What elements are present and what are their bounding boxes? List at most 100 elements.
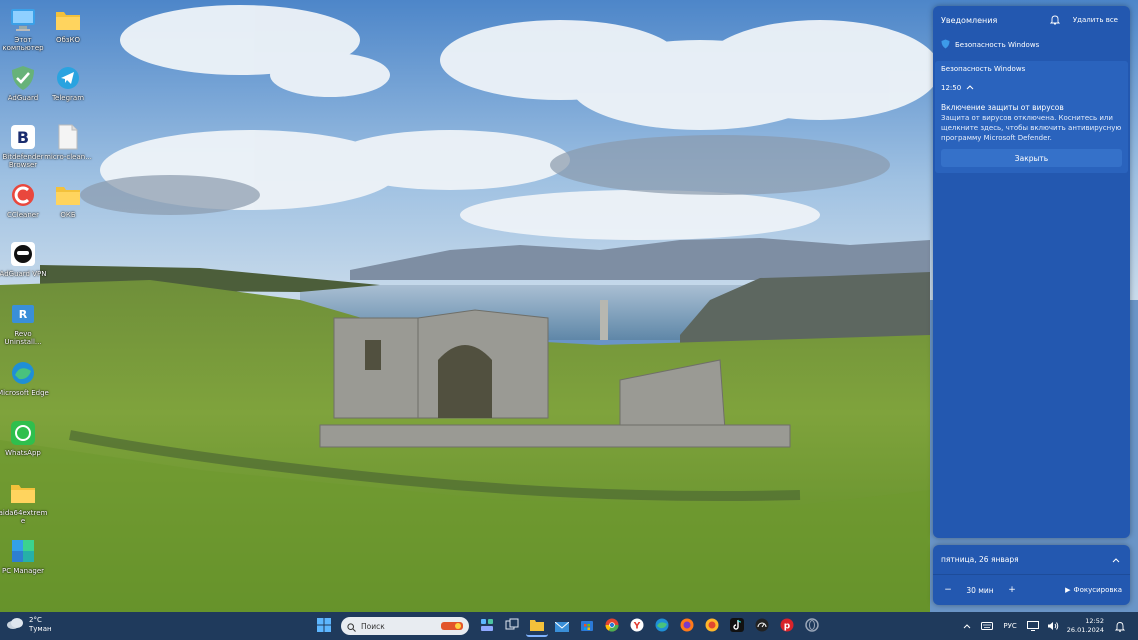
chevron-up-icon[interactable] (966, 84, 974, 92)
focus-button-label: Фокусировка (1073, 586, 1122, 594)
calendar-panel: пятница, 26 января − 30 мин + ▶ Фокусиро… (933, 545, 1130, 605)
notification-app-name: Безопасность Windows (955, 41, 1040, 49)
focus-decrease-button[interactable]: − (941, 585, 955, 595)
pinterest-button[interactable]: p (776, 615, 798, 637)
mail-icon (554, 617, 569, 636)
yandex-icon: Y (630, 617, 644, 636)
weather-description: Туман (29, 624, 52, 633)
windows-security-icon (941, 39, 950, 51)
speedometer-icon (755, 617, 769, 636)
calendar-header: пятница, 26 января (933, 545, 1130, 575)
start-button[interactable] (313, 615, 335, 637)
file-icon (54, 123, 82, 151)
calendar-date: пятница, 26 января (941, 555, 1019, 564)
desktop-icon-aida64[interactable]: aida64extreme (0, 479, 47, 525)
chrome-icon (605, 617, 619, 636)
edge-icon (9, 359, 37, 387)
file-explorer-icon (529, 616, 544, 635)
edge-button[interactable] (651, 615, 673, 637)
search-highlight-icon (441, 617, 463, 636)
tiktok-button[interactable] (726, 615, 748, 637)
do-not-disturb-icon[interactable] (1049, 14, 1061, 26)
desktop-icon-this-pc[interactable]: Этот компьютер (0, 6, 46, 52)
close-notification-button[interactable]: Закрыть (941, 149, 1122, 167)
desktop-icon-micro-clean[interactable]: micro-clean... (44, 123, 92, 161)
desktop-icon-whatsapp[interactable]: WhatsApp (0, 419, 46, 457)
yandex-button[interactable]: Y (626, 615, 648, 637)
adguard-vpn-icon (9, 240, 37, 268)
search-placeholder: Поиск (361, 621, 385, 631)
notification-title: Уведомления (941, 15, 998, 25)
focus-increase-button[interactable]: + (1005, 585, 1019, 595)
whatsapp-icon (9, 419, 37, 447)
chrome-button[interactable] (601, 615, 623, 637)
widgets-icon (480, 617, 494, 636)
mail-button[interactable] (551, 615, 573, 637)
opera-icon (804, 617, 819, 636)
weather-widget[interactable]: 2°C Туман (6, 615, 52, 634)
taskbar-search[interactable]: Поиск (341, 617, 469, 635)
firefox-dev-button[interactable] (701, 615, 723, 637)
desktop-icon-adguard[interactable]: AdGuard (0, 64, 46, 102)
volume-icon[interactable] (1046, 619, 1060, 633)
play-icon: ▶ (1065, 586, 1071, 594)
notification-bell-icon[interactable] (1113, 619, 1127, 633)
notification-header: Уведомления Удалить все (933, 6, 1130, 34)
desktop-icon-bitdefender-browser[interactable]: B Bitdefender Browser (0, 123, 46, 169)
file-explorer-button[interactable] (525, 615, 548, 637)
folder-icon (9, 479, 37, 507)
desktop-icon-okb[interactable]: ОКБ (45, 181, 91, 219)
taskbar-clock[interactable]: 12:52 26.01.2024 (1067, 617, 1104, 635)
widgets-button[interactable] (476, 615, 498, 637)
notification-app-row[interactable]: Безопасность Windows (933, 34, 1130, 56)
desktop-icon-ccleaner[interactable]: CCleaner (0, 181, 46, 219)
firefox-dev-icon (705, 617, 719, 636)
language-indicator[interactable]: РУС (1003, 622, 1016, 630)
pinterest-icon: p (780, 617, 794, 636)
tiktok-icon (729, 617, 744, 636)
notification-time-row: 12:50 (941, 81, 1122, 95)
svg-text:Y: Y (632, 621, 640, 631)
chevron-up-icon[interactable] (960, 619, 974, 633)
task-view-button[interactable] (501, 615, 523, 637)
firefox-button[interactable] (676, 615, 698, 637)
desktop-icon-revo-uninstaller[interactable]: R Revo Uninstall... (0, 300, 46, 346)
weather-temperature: 2°C (29, 615, 42, 624)
svg-text:R: R (19, 308, 28, 321)
chevron-up-icon[interactable] (1110, 554, 1122, 566)
desktop-icon-pc-manager[interactable]: PC Manager (0, 537, 46, 575)
windows-logo-icon (316, 617, 331, 636)
focus-duration: 30 мин (966, 585, 994, 595)
cloud-icon (6, 615, 24, 634)
system-tray: РУС 12:52 26.01.2024 (957, 615, 1130, 637)
clear-all-button[interactable]: Удалить все (1069, 14, 1122, 26)
adguard-icon (9, 64, 37, 92)
store-button[interactable] (576, 615, 598, 637)
keyboard-icon[interactable] (980, 619, 994, 633)
speedometer-button[interactable] (751, 615, 773, 637)
browser-icon: B (9, 123, 37, 151)
computer-icon (9, 6, 37, 34)
focus-button[interactable]: ▶ Фокусировка (1065, 586, 1122, 594)
notification-time: 12:50 (941, 84, 962, 92)
clock-date: 26.01.2024 (1066, 626, 1104, 634)
firefox-icon (680, 617, 694, 636)
ccleaner-icon (9, 181, 37, 209)
desktop-icon-adguard-vpn[interactable]: AdGuard VPN (0, 240, 46, 278)
desktop-icon-obzko[interactable]: ОбзКО (45, 6, 91, 44)
taskbar: 2°C Туман Поиск Y p РУС 12:52 26.01.2024 (0, 612, 1138, 640)
desktop-icon-edge[interactable]: Microsoft Edge (0, 359, 49, 397)
network-icon[interactable] (1026, 619, 1040, 633)
notification-group-header: Безопасность Windows (935, 61, 1128, 77)
telegram-icon (54, 64, 82, 92)
notification-card[interactable]: 12:50 Включение защиты от вирусов Защита… (935, 77, 1128, 173)
svg-text:B: B (17, 128, 29, 147)
desktop-icon-telegram[interactable]: Telegram (45, 64, 91, 102)
revo-icon: R (9, 300, 37, 328)
folder-icon (54, 6, 82, 34)
notification-card-title: Включение защиты от вирусов (941, 103, 1064, 112)
svg-text:p: p (783, 621, 790, 631)
opera-button[interactable] (801, 615, 823, 637)
notification-center: Уведомления Удалить все Безопасность Win… (933, 6, 1130, 538)
store-icon (580, 617, 594, 636)
